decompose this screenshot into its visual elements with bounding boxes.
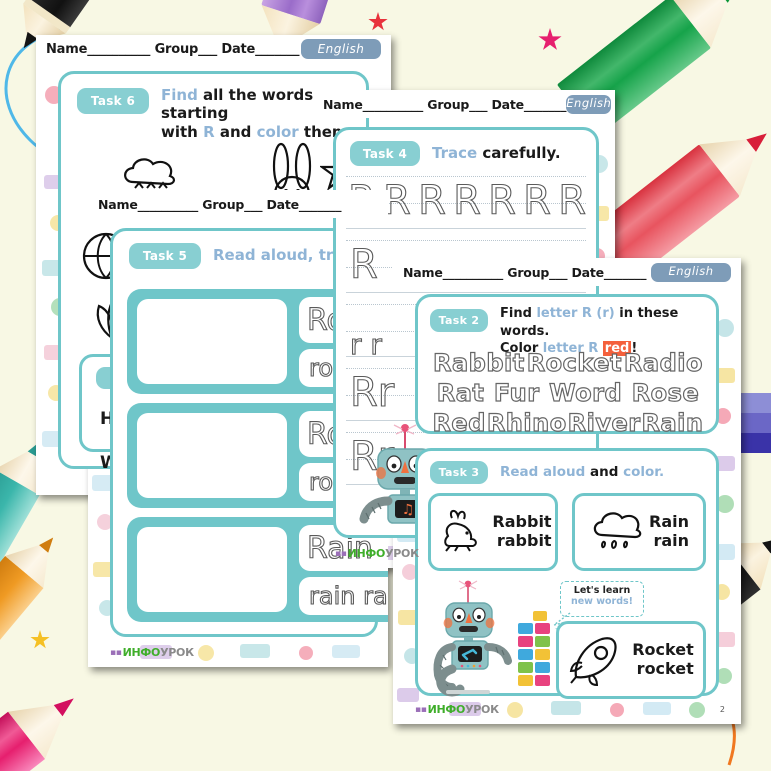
trace-letter: r r <box>349 327 382 361</box>
logo-gray-text: УРОК <box>465 703 499 716</box>
task2-word[interactable]: River <box>567 408 641 437</box>
logo-dots-icon: ▪▪ <box>110 647 122 658</box>
task4-instruction-light: Trace <box>432 144 478 162</box>
infourok-logo: ▪▪ ИНФО УРОК <box>335 547 419 560</box>
task4-badge-label: Task 4 <box>362 146 408 161</box>
task4-instruction: Trace carefully. <box>432 144 561 162</box>
infourok-logo: ▪▪ ИНФО УРОК <box>110 646 194 659</box>
word-lower: rabbit <box>496 531 552 550</box>
logo-dots-icon: ▪▪ <box>335 548 347 559</box>
task5-draw-box[interactable] <box>137 299 287 384</box>
cloud-icon <box>124 158 175 189</box>
subject-badge-label: English <box>317 42 365 56</box>
subject-badge: English <box>566 94 612 114</box>
task5-draw-box[interactable] <box>137 527 287 612</box>
logo-gray-text: УРОК <box>385 547 419 560</box>
worksheet-task2-task3[interactable]: Name__________ Group___ Date_______ Engl… <box>393 258 741 724</box>
name-date-fields[interactable]: Name__________ Group___ Date_______ <box>46 42 299 57</box>
svg-text:♫: ♫ <box>402 502 415 518</box>
t3-a: Read aloud <box>500 464 591 480</box>
sheet-header: Name__________ Group___ Date_______ Engl… <box>313 90 615 118</box>
name-date-fields[interactable]: Name__________ Group___ Date_______ <box>98 197 341 212</box>
task4-badge: Task 4 <box>350 141 420 166</box>
trace-letter: R <box>349 241 378 288</box>
speech-bubble: Let's learn new words! <box>560 581 644 617</box>
logo-dots-icon: ▪▪ <box>415 704 427 715</box>
task5-draw-box[interactable] <box>137 413 287 498</box>
task2-word[interactable]: Rain <box>641 408 704 437</box>
sheet-header: Name__________ Group___ Date_______ <box>88 190 388 218</box>
subject-badge-label: English <box>668 264 714 279</box>
word-lower: rain <box>653 531 689 550</box>
task2-word[interactable]: Rose <box>631 378 699 407</box>
t2-l1-a: Find <box>500 306 537 321</box>
name-date-fields[interactable]: Name__________ Group___ Date_______ <box>323 97 566 112</box>
task3-instruction: Read aloud and color. <box>500 464 664 480</box>
task5-trace-word: ro <box>308 467 334 496</box>
task3-frame: Task 3 Read aloud and color. Rabbit rabb… <box>415 448 719 699</box>
task3-word-rocket: Rocket rocket <box>632 640 694 679</box>
rocket-icon <box>570 637 617 687</box>
task2-word[interactable]: Radio <box>623 348 703 377</box>
rain-cloud-icon <box>593 512 642 549</box>
subject-badge-label: English <box>566 96 612 111</box>
task2-word[interactable]: Rocket <box>526 348 622 377</box>
task2-badge-label: Task 2 <box>438 314 480 327</box>
task2-word-row[interactable]: Red Rhino River Rain <box>432 408 704 437</box>
task6-badge-label: Task 6 <box>90 94 136 108</box>
t2-l1-b: letter R (r) <box>536 306 615 321</box>
task3-card-rain[interactable]: Rain rain <box>572 493 706 571</box>
task5-trace-word: rain rain <box>308 581 388 610</box>
task2-word-row[interactable]: Rabbit Rocket Radio <box>432 348 704 377</box>
word-upper: Rain <box>649 512 689 532</box>
task5-trace-lower[interactable]: rain rain <box>299 577 388 615</box>
task2-word[interactable]: Rat <box>436 378 484 407</box>
task3-word-rain: Rain rain <box>649 512 689 551</box>
task2-frame: Task 2 Find letter R (r) in these words.… <box>415 294 719 438</box>
task2-word[interactable]: Rabbit <box>432 348 524 377</box>
task2-word[interactable]: Word <box>548 378 622 407</box>
t3-b: and <box>590 464 624 480</box>
task5-trace-word: ro <box>308 353 334 382</box>
logo-gray-text: УРОК <box>160 646 194 659</box>
page-number: 2 <box>719 705 725 714</box>
task5-badge: Task 5 <box>129 243 201 269</box>
logo-green-text: ИНФО <box>347 547 386 560</box>
task3-badge: Task 3 <box>430 461 488 484</box>
task2-word[interactable]: Rhino <box>486 408 567 437</box>
t3-c: color. <box>623 464 665 480</box>
subject-badge: English <box>301 39 381 59</box>
sheet-header: Name__________ Group___ Date_______ Engl… <box>393 258 741 286</box>
logo-green-text: ИНФО <box>427 703 466 716</box>
subject-badge: English <box>651 262 731 282</box>
name-date-fields[interactable]: Name__________ Group___ Date_______ <box>403 265 646 280</box>
infourok-logo: ▪▪ ИНФО УРОК <box>415 703 499 716</box>
word-upper: Rabbit <box>492 512 552 532</box>
trace-letter: Rr <box>349 369 395 416</box>
task2-badge: Task 2 <box>430 309 488 332</box>
task5-badge-label: Task 5 <box>142 249 188 263</box>
bubble-line2: new words! <box>570 596 634 608</box>
word-lower: rocket <box>636 659 694 678</box>
task3-card-rabbit[interactable]: Rabbit rabbit <box>428 493 558 571</box>
task3-card-rocket[interactable]: Rocket rocket <box>556 621 706 699</box>
sheet-header: Name__________ Group___ Date_______ Engl… <box>36 35 391 63</box>
logo-green-text: ИНФО <box>122 646 161 659</box>
task2-word-row[interactable]: Rat Fur Word Rose <box>432 378 704 407</box>
task6-badge: Task 6 <box>77 88 149 114</box>
task4-instruction-dark: carefully. <box>477 144 561 162</box>
task3-word-rabbit: Rabbit rabbit <box>492 512 552 551</box>
bubble-line1: Let's learn <box>573 585 631 596</box>
task3-badge-label: Task 3 <box>438 466 480 479</box>
task2-word[interactable]: Fur <box>493 378 539 407</box>
rabbit-icon <box>444 510 478 552</box>
word-upper: Rocket <box>632 640 694 660</box>
task2-word[interactable]: Red <box>432 408 486 437</box>
